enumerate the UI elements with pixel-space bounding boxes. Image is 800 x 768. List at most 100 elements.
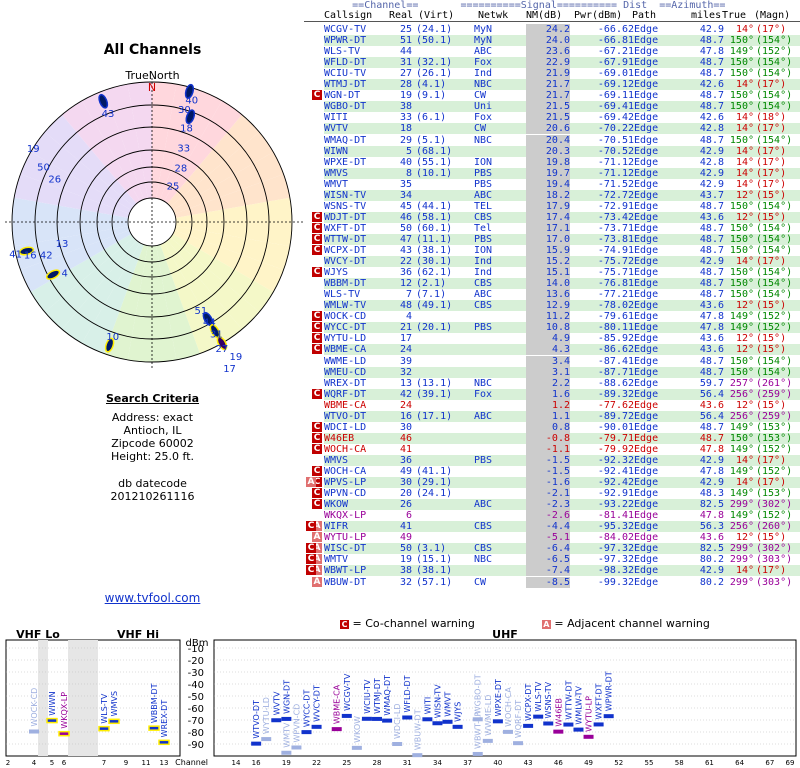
table-row[interactable]: WCPX-DT 43 (38.1) ION 15.9 -74.9 1Edge 48.7 150°… xyxy=(324,245,800,256)
table-row[interactable]: WTVO-DT 16 (17.1) ABC 1.1 -89.7 2Edge 56.4 256°(… xyxy=(324,410,800,422)
station-bar[interactable]: WCGV-TV xyxy=(341,673,352,718)
table-row[interactable]: WBME-CA 24 1.2 -77.6 2Edge 43.6 12° (15°) xyxy=(324,399,800,411)
table-row[interactable]: WVCY-DT 22 (30.1) Ind 15.2 -75.7 2Edge 42.9 14°(… xyxy=(324,256,800,268)
station-bar[interactable]: WGBO-DT xyxy=(472,674,483,722)
table-row[interactable]: WLS-TV 44 ABC 23.6 -67.2 1Edge 47.8 149° (152°) xyxy=(324,46,800,58)
station-bar[interactable]: WCPX-DT xyxy=(523,683,534,728)
table-row[interactable]: WBWT-LP 38 (38.1) -7.4 -98.3 2Edge 42.9 14° (17°… xyxy=(324,565,800,577)
cell-dist: 47.8 xyxy=(699,322,724,334)
table-row[interactable]: WDCI-LD 30 0.8 -90.0 1Edge 48.7 149° (153°) xyxy=(324,421,800,433)
table-row[interactable]: WPWR-DT 51 (50.1) MyN 24.0 -66.8 1Edge 48.7 150°… xyxy=(324,35,800,47)
station-bar[interactable]: WXFT-DT xyxy=(593,683,604,727)
station-bar[interactable]: WOCH-CA xyxy=(502,687,513,734)
station-bar[interactable]: WMVS xyxy=(108,691,120,725)
table-row[interactable]: WSNS-TV 45 (44.1) TEL 17.9 -72.9 1Edge 48.7 150°… xyxy=(324,200,800,212)
station-bar[interactable]: WLS-TV xyxy=(98,693,110,732)
table-row[interactable]: WPXE-DT 40 (55.1) ION 19.8 -71.1 2Edge 42.8 14°(… xyxy=(324,156,800,168)
station-bar[interactable]: WVCY-DT xyxy=(311,685,322,729)
station-bar[interactable]: W46EB xyxy=(553,698,564,734)
station-bar[interactable]: WBME-CA xyxy=(331,684,342,732)
station-bar[interactable]: WMTV xyxy=(281,722,292,755)
station-bar[interactable]: WVTV xyxy=(271,691,282,723)
station-bar[interactable]: WDCI-LD xyxy=(392,703,403,746)
station-bar[interactable]: WPWR-DT xyxy=(603,671,614,719)
table-row[interactable]: WTTW-DT 47 (11.1) PBS 17.0 -73.8 1Edge 48.7 150°… xyxy=(324,233,800,245)
table-row[interactable]: WMEU-CD 32 3.1 -87.7 1Edge 48.7 150° (154°) xyxy=(324,366,800,378)
table-row[interactable]: WCIU-TV 27 (26.1) Ind 21.9 -69.0 1Edge 48.7 150°… xyxy=(324,68,800,80)
table-row[interactable]: WVTV 18 CW 20.6 -70.2 2Edge 42.8 14° (17°) xyxy=(324,123,800,135)
cell-nm: 2.2 xyxy=(526,377,570,389)
table-row[interactable]: WMVT 35 PBS 19.4 -71.5 2Edge 42.9 14° (17°) xyxy=(324,178,800,190)
table-row[interactable]: WBME-CA 24 4.3 -86.6 2Edge 43.6 12° (15°) xyxy=(324,344,800,356)
table-row[interactable]: WREX-DT 13 (13.1) NBC 2.2 -88.6 2Edge 59.7 257°(… xyxy=(324,377,800,389)
station-bar[interactable]: WCIU-TV xyxy=(361,679,372,721)
table-row[interactable]: WGN-DT 19 (9.1) CW 21.7 -69.1 1Edge 48.7 150° (15… xyxy=(324,90,800,102)
station-bar[interactable]: WMAQ-DT xyxy=(382,675,393,723)
cell-real: 32 xyxy=(399,576,412,588)
station-bar[interactable]: WWME-LD xyxy=(482,695,493,743)
tvfool-link[interactable]: www.tvfool.com xyxy=(0,591,305,605)
table-row[interactable]: WIFR 41 CBS -4.4 -95.3 2Edge 56.3 256° (260°) xyxy=(324,521,800,533)
station-bar[interactable]: WIWN xyxy=(46,691,58,724)
station-bar[interactable]: WGN-DT xyxy=(281,680,292,721)
table-row[interactable]: WBUW-DT 32 (57.1) CW -8.5 -99.3 2Edge 80.2 299°(… xyxy=(324,576,800,588)
table-row[interactable]: WPVS-LP 30 (29.1) -1.6 -92.4 2Edge 42.9 14° (17°… xyxy=(324,477,800,489)
station-bar[interactable]: WBBM-DT xyxy=(148,683,160,731)
table-row[interactable]: WDJT-DT 46 (58.1) CBS 17.4 -73.4 2Edge 43.6 12°(… xyxy=(324,211,800,223)
table-row[interactable]: WKOW 26 ABC -2.3 -93.2 2Edge 82.5 299° (302°) xyxy=(324,499,800,511)
station-bar[interactable]: WTVO-DT xyxy=(251,700,262,746)
table-row[interactable]: WJYS 36 (62.1) Ind 15.1 -75.7 1Edge 48.7 150° (15… xyxy=(324,267,800,279)
station-bar[interactable]: WPXE-DT xyxy=(492,679,503,724)
station-bar[interactable]: WFLD-DT xyxy=(402,675,413,720)
station-bar[interactable]: WISN-TV xyxy=(432,684,443,726)
table-row[interactable]: WOCH-CA 49 (41.1) -1.5 -92.4 1Edge 47.8 149° (15… xyxy=(324,466,800,477)
station-bar[interactable]: WKOW xyxy=(351,716,362,750)
table-row[interactable]: WYTU-LD 17 4.9 -85.9 2Edge 43.6 12° (15°) xyxy=(324,333,800,345)
station-bar[interactable]: WMLW-TV xyxy=(573,685,584,732)
table-row[interactable]: WYCC-DT 21 (20.1) PBS 10.8 -80.1 1Edge 47.8 149°… xyxy=(324,322,800,334)
table-row[interactable]: WMAQ-DT 29 (5.1) NBC 20.4 -70.5 1Edge 48.7 150°(… xyxy=(324,134,800,146)
station-bar[interactable]: WYTU-LD xyxy=(261,697,272,742)
table-row[interactable]: WTMJ-DT 28 (4.1) NBC 21.7 -69.1 2Edge 42.6 14° (1… xyxy=(324,79,800,91)
table-row[interactable]: WMVS 36 PBS -1.5 -92.3 2Edge 42.9 14° (17°) xyxy=(324,454,800,466)
table-row[interactable]: WQRF-DT 42 (39.1) Fox 1.6 -89.3 2Edge 56.4 256°(… xyxy=(324,388,800,400)
station-bar[interactable]: WBUW-DT xyxy=(412,709,423,758)
table-row[interactable]: WLS-TV 7 (7.1) ABC 13.6 -77.2 1Edge 48.7 150° (15… xyxy=(324,289,800,301)
station-bar[interactable]: WQRF-DT xyxy=(513,700,524,746)
station-bar[interactable]: WLS-TV xyxy=(533,681,544,719)
table-row[interactable]: WKQX-LP 6 -2.6 -81.4 1Edge 47.8 149° (152°) xyxy=(324,510,800,522)
station-bar[interactable]: WSNS-TV xyxy=(543,681,554,726)
table-row[interactable]: WBBM-DT 12 (2.1) CBS 14.0 -76.8 1Edge 48.7 150°(… xyxy=(324,278,800,290)
station-bar[interactable]: WTMJ-DT xyxy=(372,678,383,721)
table-row[interactable]: WOCH-CA 41 -1.1 -79.9 2Edge 47.8 149° (152°) xyxy=(324,443,800,455)
table-row[interactable]: WISN-TV 34 ABC 18.2 -72.7 2Edge 43.7 12° (15°) xyxy=(324,189,800,201)
table-row[interactable]: WWME-LD 39 3.4 -87.4 1Edge 48.7 150° (154°) xyxy=(324,355,800,367)
table-row[interactable]: W46EB 46 -0.8 -79.7 1Edge 48.7 150° (153°) xyxy=(324,432,800,444)
table-row[interactable]: WIWN 5 (68.1) 20.3 -70.5 2Edge 42.9 14° (17°) xyxy=(324,145,800,157)
station-bar[interactable]: WPVN-CD xyxy=(291,704,302,750)
table-row[interactable]: WFLD-DT 31 (32.1) Fox 22.9 -67.9 1Edge 48.7 150°… xyxy=(324,57,800,69)
table-row[interactable]: WMTV 19 (15.1) NBC -6.5 -97.3 2Edge 80.2 299° (30… xyxy=(324,554,800,566)
table-row[interactable]: WXFT-DT 50 (60.1) Tel 17.1 -73.7 1Edge 48.7 150°… xyxy=(324,222,800,234)
cell-real: 12 xyxy=(399,278,412,290)
station-bar[interactable]: WYTU-LP xyxy=(583,696,594,739)
station-bar[interactable]: WYCC-DT xyxy=(301,690,312,735)
table-row[interactable]: WMVS 8 (10.1) PBS 19.7 -71.1 2Edge 42.9 14° (17°) xyxy=(324,167,800,179)
table-row[interactable]: WOCK-CD 4 11.2 -79.6 1Edge 47.8 149° (152°) xyxy=(324,311,800,323)
table-row[interactable]: WGBO-DT 38 Uni 21.5 -69.4 1Edge 48.7 150° (154°) xyxy=(324,101,800,113)
table-row[interactable]: WMLW-TV 48 (49.1) CBS 12.9 -78.0 2Edge 43.6 12°(… xyxy=(324,300,800,312)
table-row[interactable]: WPVN-CD 20 (24.1) -2.1 -92.9 1Edge 48.3 149° (15… xyxy=(324,488,800,500)
table-row[interactable]: WISC-DT 50 (3.1) CBS -6.4 -97.3 2Edge 82.5 299°(… xyxy=(324,543,800,555)
station-bar[interactable]: WKQX-LP xyxy=(58,692,70,737)
cell-virt: (50.1) xyxy=(416,35,453,47)
station-bar[interactable]: WOCK-CD xyxy=(29,688,39,734)
station-bar[interactable]: WITI xyxy=(422,697,433,722)
station-bar[interactable]: WJYS xyxy=(452,702,463,729)
station-bar[interactable]: WREX-DT xyxy=(158,700,170,746)
table-row[interactable]: WCGV-TV 25 (24.1) MyN 24.2 -66.6 2Edge 42.9 14°(… xyxy=(324,24,800,35)
station-bar[interactable]: WTTW-DT xyxy=(563,680,574,727)
table-row[interactable]: WITI 33 (6.1) Fox 21.5 -69.4 2Edge 42.6 14° (18°) xyxy=(324,112,800,124)
cell-nm: -1.1 xyxy=(526,443,570,455)
station-bar[interactable]: WMVT xyxy=(442,692,453,724)
table-row[interactable]: WYTU-LP 49 -5.1 -84.0 2Edge 43.6 12° (15°) xyxy=(324,532,800,544)
